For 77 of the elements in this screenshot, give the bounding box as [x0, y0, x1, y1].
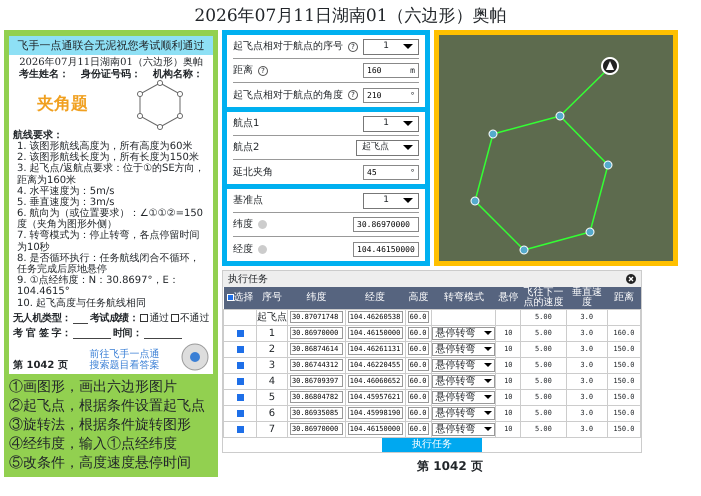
table-cell: 4	[256, 373, 288, 390]
field-label: 距离	[233, 64, 253, 78]
requirement-text: 2. 该图形航线长度为，所有长度为150米	[16, 152, 200, 164]
field-label: 身份证号码：	[81, 68, 141, 80]
dropdown[interactable]: 起飞点	[356, 140, 419, 156]
checkbox-option[interactable]: 通过	[140, 312, 169, 324]
column-header: 纬度	[287, 287, 346, 310]
input-field[interactable]: 104.46150000	[353, 242, 419, 257]
step-text: ③旋转法，根据条件旋转图形	[9, 416, 192, 436]
column-header: 高度	[405, 287, 432, 310]
field-label: 航点1	[233, 116, 260, 132]
table-cell: 2	[256, 341, 288, 358]
dropdown[interactable]: 1	[363, 39, 419, 55]
dropdown[interactable]: 悬停转弯	[432, 390, 496, 404]
unit-label: °	[410, 166, 415, 179]
table-cell: 5	[256, 389, 288, 406]
field-label: 基准点	[233, 194, 263, 208]
column-label: 选择	[234, 292, 254, 303]
promo-text: 前往飞手一点通	[89, 348, 160, 360]
dropdown[interactable]: 悬停转弯	[432, 374, 496, 388]
promo-text: 搜索题目看答案	[89, 360, 160, 372]
form-label: 考试成绩：	[90, 312, 138, 324]
step-text: ②起飞点，根据条件设置起飞点	[9, 397, 206, 416]
dialog-title: 执行任务	[228, 272, 268, 287]
dropdown[interactable]: 悬停转弯	[432, 342, 496, 356]
column-header: 悬停	[496, 287, 521, 310]
requirement-text: 8. 是否循环执行：任务航线闭合不循环，任务完成后原地悬停	[16, 252, 201, 276]
field-label: 起飞点相对于航点的序号	[233, 40, 343, 54]
requirement-text: 5. 垂直速度为：3m/s	[16, 196, 114, 208]
table-cell: 7	[256, 421, 288, 438]
requirement-text: 4. 水平速度为：5m/s	[16, 186, 116, 197]
input-field[interactable]: 30.86970000	[353, 217, 419, 232]
field-label: 航点2	[233, 140, 260, 156]
field-label: 考生姓名：	[19, 68, 69, 80]
field-label: 纬度	[233, 218, 253, 232]
form-label: 时间：	[113, 328, 142, 340]
field-label: 起飞点相对于航点的角度	[233, 88, 343, 103]
step-text: ①画图形，画出六边形图片	[9, 378, 178, 398]
page-number: 第 1042 页	[13, 360, 68, 372]
unit-label: m	[410, 65, 415, 78]
requirement-text: 10. 起飞高度与任务航线相同	[16, 298, 148, 309]
form-label: 考 官 签 字：	[13, 328, 72, 340]
column-header: 飞往下一点的速度	[520, 287, 566, 310]
step-text: ④经纬度，输入①点经纬度	[9, 435, 178, 454]
step-text: ⑤改条件，高度速度悬停时间	[9, 454, 192, 474]
table-cell: 1	[256, 325, 288, 342]
dropdown[interactable]: 1	[363, 116, 419, 132]
requirement-text: 6. 航向为（或位置要求）：∠①①②=150度（夹角为图形外侧）	[16, 208, 204, 230]
requirement-text: 3. 起飞点/返航点要求：位于①的SE方向，距离为160米	[16, 163, 206, 186]
column-header: 经度	[345, 287, 406, 310]
dropdown[interactable]: 悬停转弯	[432, 326, 496, 340]
dropdown[interactable]: 1	[363, 193, 419, 209]
section-heading: 航线要求：	[13, 130, 63, 141]
question-tag: 夹角题	[36, 92, 88, 118]
field-label: 经度	[233, 242, 253, 257]
column-header: 垂直速度	[566, 287, 608, 310]
page-number: 第 1042 页	[416, 458, 484, 475]
dropdown[interactable]: 悬停转弯	[432, 406, 496, 420]
requirement-text: 1. 该图形航线高度为，所有高度为60米	[16, 140, 192, 152]
dropdown[interactable]: 悬停转弯	[432, 422, 496, 436]
dropdown[interactable]: 悬停转弯	[432, 358, 496, 372]
requirement-text: 7. 转弯模式为：停止转弯，各点停留时间为10秒	[16, 230, 201, 253]
table-cell: 6	[256, 405, 288, 422]
field-label: 延北夹角	[233, 166, 273, 180]
column-header: 转弯模式	[432, 287, 496, 310]
checkbox-option[interactable]: 不通过	[170, 312, 209, 324]
requirement-text: 9. ①点经纬度：N：30.8697°，E：104.4615°	[16, 275, 180, 298]
column-header: 序号	[256, 287, 288, 310]
sheet-title: 2026年07月11日湖南01（六边形）奥帕	[18, 57, 204, 68]
table-cell: 起飞点	[256, 309, 288, 326]
unit-label: °	[410, 90, 415, 102]
column-header: 距离	[607, 287, 640, 310]
page-title: 2026年07月11日湖南01（六边形）奥帕	[193, 6, 508, 26]
form-label: 无人机类型：	[13, 312, 72, 324]
sheet-banner: 飞手一点通联合无泥祝您考试顺利通过	[9, 36, 213, 56]
table-cell: 3	[256, 357, 288, 374]
field-label: 机构名称：	[153, 68, 203, 80]
